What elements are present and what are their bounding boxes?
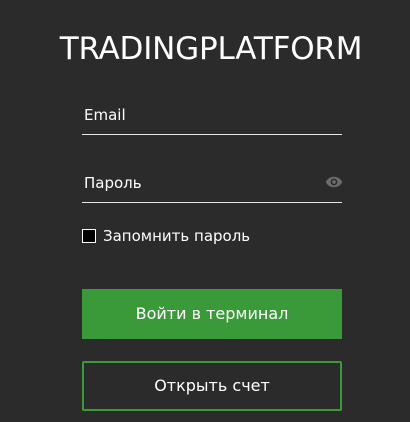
page-title: TRADINGPLATFORM (59, 31, 363, 67)
email-placeholder: Email (84, 106, 126, 124)
login-button[interactable]: Войти в терминал (82, 289, 342, 339)
email-field[interactable]: Email (82, 100, 342, 135)
password-field[interactable]: Пароль (82, 168, 343, 203)
remember-label: Запомнить пароль (103, 227, 251, 245)
remember-password-option[interactable]: Запомнить пароль (82, 227, 250, 245)
open-account-button[interactable]: Открыть счет (82, 361, 342, 411)
password-placeholder: Пароль (84, 174, 142, 192)
eye-icon[interactable] (325, 173, 343, 191)
remember-checkbox[interactable] (82, 229, 96, 243)
